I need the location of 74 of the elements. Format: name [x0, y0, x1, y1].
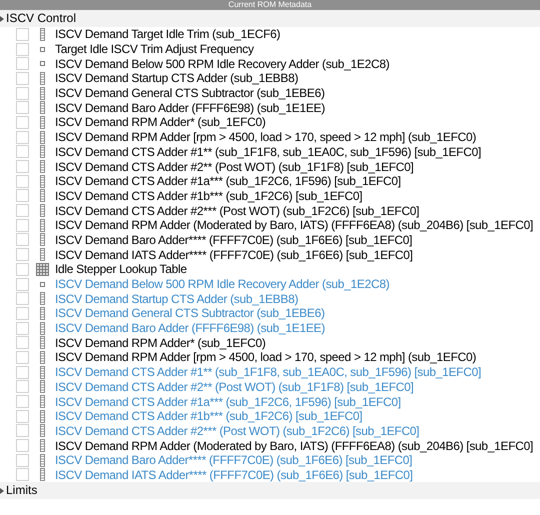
- checkbox[interactable]: [16, 189, 29, 202]
- tree-item[interactable]: ISCV Demand Baro Adder (FFFF6E98) (sub_1E1EE): [55, 321, 325, 336]
- checkbox[interactable]: [16, 468, 29, 482]
- group-label[interactable]: Limits: [6, 483, 38, 498]
- checkbox[interactable]: [16, 248, 29, 262]
- tree-item[interactable]: ISCV Demand CTS Adder #1b*** (sub_1F2C6) [sub_1EFC0]: [55, 188, 362, 203]
- expand-arrow-icon[interactable]: [0, 488, 4, 494]
- tree-item[interactable]: ISCV Demand RPM Adder [rpm > 4500, load > 170, speed > 12 mph] (sub_1EFC0): [55, 130, 476, 144]
- window-title: Current ROM Metadata: [0, 0, 540, 10]
- checkbox[interactable]: [16, 410, 29, 423]
- tree-item[interactable]: ISCV Demand Startup CTS Adder (sub_1EBB8): [55, 71, 298, 86]
- checkbox[interactable]: [16, 204, 29, 218]
- checkbox[interactable]: [16, 322, 29, 335]
- tree-item[interactable]: Target Idle ISCV Trim Adjust Frequency: [55, 42, 254, 56]
- expand-arrow-icon[interactable]: [0, 16, 4, 22]
- checkbox[interactable]: [16, 233, 29, 246]
- tree-item[interactable]: ISCV Demand Target Idle Trim (sub_1ECF6): [55, 27, 280, 42]
- checkbox[interactable]: [16, 57, 29, 70]
- checkbox[interactable]: [16, 130, 29, 144]
- tree-item[interactable]: ISCV Demand CTS Adder #1b*** (sub_1F2C6) [sub_1EFC0]: [55, 409, 362, 424]
- tree-item[interactable]: ISCV Demand Startup CTS Adder (sub_1EBB8): [55, 292, 298, 306]
- checkbox[interactable]: [16, 292, 29, 306]
- tree-item[interactable]: ISCV Demand Below 500 RPM Idle Recovery Adder (sub_1E2C8): [55, 56, 390, 71]
- grid-icon: [36, 262, 48, 276]
- checkbox[interactable]: [16, 28, 29, 41]
- group-label[interactable]: ISCV Control: [6, 11, 76, 26]
- tree-item[interactable]: ISCV Demand CTS Adder #2** (Post WOT) (sub_1F1F8) [sub_1EFC0]: [55, 160, 414, 174]
- checkbox[interactable]: [16, 350, 29, 364]
- tree-item[interactable]: ISCV Demand Below 500 RPM Idle Recovery Adder (sub_1E2C8): [55, 277, 390, 292]
- tree-item[interactable]: ISCV Demand IATS Adder**** (FFFF7C0E) (sub_1F6E6) [sub_1EFC0]: [55, 248, 413, 262]
- tree-item[interactable]: Idle Stepper Lookup Table: [55, 262, 187, 276]
- checkbox[interactable]: [16, 262, 29, 276]
- tree-item[interactable]: ISCV Demand RPM Adder* (sub_1EFC0): [55, 115, 266, 130]
- checkbox[interactable]: [16, 116, 29, 129]
- tree-item[interactable]: ISCV Demand RPM Adder (Moderated by Baro, IATS) (FFFF6EA8) (sub_204B6) [sub_1EFC0]: [55, 218, 534, 232]
- checkbox[interactable]: [16, 174, 29, 188]
- tree-item[interactable]: ISCV Demand RPM Adder* (sub_1EFC0): [55, 336, 266, 350]
- dotted-bar-icon: [40, 248, 44, 262]
- checkbox[interactable]: [16, 366, 29, 379]
- tree-item[interactable]: ISCV Demand CTS Adder #2*** (Post WOT) (sub_1F2C6) [sub_1EFC0]: [55, 204, 420, 218]
- small-square-icon: [40, 282, 44, 287]
- tree-item[interactable]: ISCV Demand General CTS Subtractor (sub_1EBE6): [55, 86, 325, 100]
- tree-item[interactable]: ISCV Demand CTS Adder #1a*** (sub_1F2C6, 1F596) [sub_1EFC0]: [55, 394, 401, 409]
- tree-item[interactable]: ISCV Demand Baro Adder**** (FFFF7C0E) (sub_1F6E6) [sub_1EFC0]: [55, 232, 412, 247]
- checkbox[interactable]: [16, 42, 29, 56]
- tree-item[interactable]: ISCV Demand Baro Adder**** (FFFF7C0E) (sub_1F6E6) [sub_1EFC0]: [55, 453, 412, 468]
- tree-item[interactable]: ISCV Demand General CTS Subtractor (sub_1EBE6): [55, 306, 325, 320]
- tree-item[interactable]: ISCV Demand CTS Adder #1a*** (sub_1F2C6, 1F596) [sub_1EFC0]: [55, 174, 401, 188]
- checkbox[interactable]: [16, 380, 29, 394]
- checkbox[interactable]: [16, 145, 29, 158]
- tree-item[interactable]: ISCV Demand CTS Adder #2** (Post WOT) (sub_1F1F8) [sub_1EFC0]: [55, 380, 414, 394]
- checkbox[interactable]: [16, 439, 29, 452]
- checkbox[interactable]: [16, 72, 29, 85]
- checkbox[interactable]: [16, 454, 29, 467]
- tree-item[interactable]: ISCV Demand CTS Adder #2*** (Post WOT) (sub_1F2C6) [sub_1EFC0]: [55, 424, 420, 438]
- checkbox[interactable]: [16, 86, 29, 100]
- checkbox[interactable]: [16, 424, 29, 438]
- dotted-bar-icon: [40, 72, 44, 85]
- tree-item[interactable]: ISCV Demand CTS Adder #1** (sub_1F1F8, sub_1EA0C, sub_1F596) [sub_1EFC0]: [55, 144, 481, 159]
- checkbox[interactable]: [16, 306, 29, 320]
- small-square-icon: [40, 61, 44, 66]
- checkbox[interactable]: [16, 160, 29, 174]
- tree-item[interactable]: ISCV Demand Baro Adder (FFFF6E98) (sub_1E1EE): [55, 100, 325, 115]
- checkbox[interactable]: [16, 101, 29, 114]
- checkbox[interactable]: [16, 336, 29, 350]
- checkbox[interactable]: [16, 395, 29, 408]
- tree-item[interactable]: ISCV Demand RPM Adder [rpm > 4500, load > 170, speed > 12 mph] (sub_1EFC0): [55, 350, 476, 364]
- small-square-icon: [40, 46, 44, 52]
- tree-item[interactable]: ISCV Demand IATS Adder**** (FFFF7C0E) (sub_1F6E6) [sub_1EFC0]: [55, 468, 413, 482]
- checkbox[interactable]: [16, 278, 29, 291]
- dotted-bar-icon: [40, 28, 44, 41]
- tree-item[interactable]: ISCV Demand CTS Adder #1** (sub_1F1F8, sub_1EA0C, sub_1F596) [sub_1EFC0]: [55, 365, 481, 380]
- tree-item[interactable]: ISCV Demand RPM Adder (Moderated by Baro, IATS) (FFFF6EA8) (sub_204B6) [sub_1EFC0]: [55, 438, 534, 453]
- checkbox[interactable]: [16, 218, 29, 232]
